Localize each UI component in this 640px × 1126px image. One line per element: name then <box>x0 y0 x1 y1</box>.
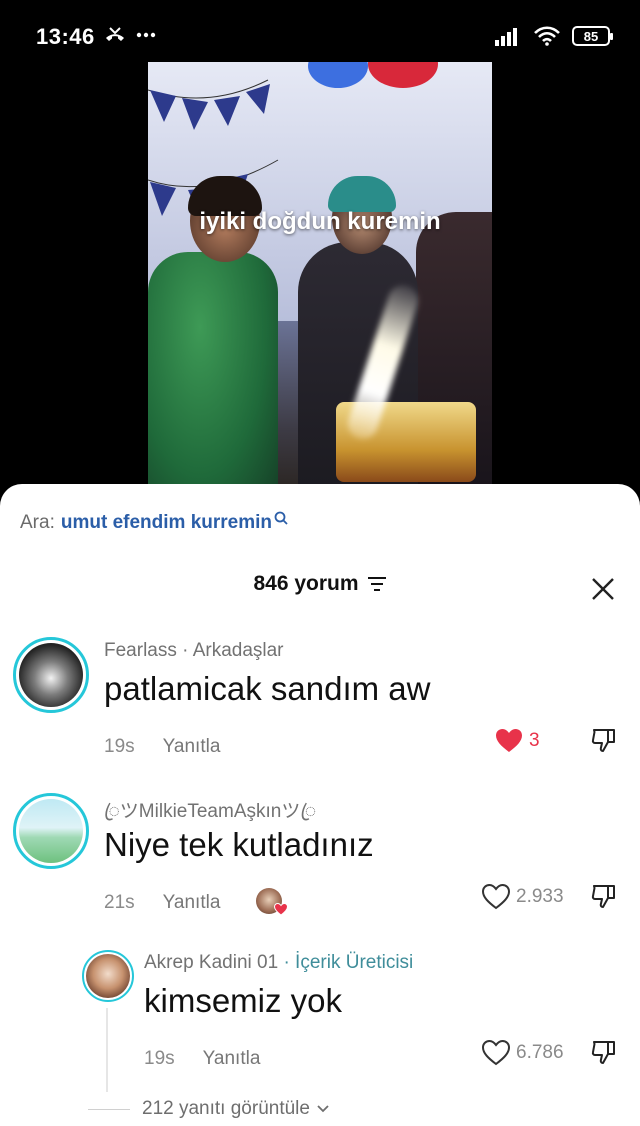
status-right-icons: 85 <box>494 26 613 46</box>
reply-button[interactable]: Yanıtla <box>203 1048 261 1070</box>
author-tag: · İçerik Üreticisi <box>283 952 414 973</box>
filter-icon[interactable] <box>367 576 387 592</box>
creator-liked-badge <box>256 888 288 918</box>
comment-author[interactable]: Fearlass · Arkadaşlar <box>104 640 284 662</box>
search-icon <box>274 511 288 525</box>
reply-button[interactable]: Yanıtla <box>163 892 221 914</box>
avatar-image <box>19 799 83 863</box>
author-name[interactable]: Fearlass <box>104 640 177 661</box>
comment-time: 19s <box>144 1048 175 1069</box>
battery-indicator: 85 <box>572 26 613 46</box>
comment-text: kimsemiz yok <box>144 982 343 1019</box>
search-prefix: Ara: <box>20 512 55 533</box>
dislike-icon[interactable] <box>590 726 618 754</box>
comment-meta: 21s Yanıtla <box>104 892 220 914</box>
comment-count-label: 846 yorum <box>253 572 359 595</box>
comment-meta: 19s Yanıtla <box>104 736 220 758</box>
comment-count[interactable]: 846 yorum <box>253 572 386 596</box>
like-button[interactable]: 6.786 <box>482 1040 564 1066</box>
view-replies-button[interactable]: 212 yanıtı görüntüle <box>88 1098 330 1120</box>
comment-author[interactable]: Akrep Kadini 01 · İçerik Üreticisi <box>144 952 413 974</box>
author-name[interactable]: ꦿツMilkieTeamAşkınツꦿ <box>104 801 316 822</box>
heart-outline-icon <box>482 884 510 910</box>
avatar[interactable] <box>13 793 89 869</box>
status-left-icons <box>104 26 156 44</box>
comments-header: 846 yorum <box>0 572 640 608</box>
like-button[interactable]: 3 <box>495 728 540 754</box>
author-tag: · Arkadaşlar <box>182 640 284 661</box>
like-count: 2.933 <box>516 886 564 907</box>
heart-filled-icon <box>496 729 522 752</box>
search-suggestion[interactable]: Ara: umut efendim kurremin <box>20 511 288 534</box>
video-person <box>148 252 278 494</box>
avatar-image <box>86 954 130 998</box>
video-player[interactable]: iyiki doğdun kuremin <box>148 62 492 494</box>
missed-call-icon <box>106 27 124 41</box>
view-replies-label: 212 yanıtı görüntüle <box>142 1098 310 1119</box>
comment-text: patlamicak sandım aw <box>104 670 431 707</box>
wifi-icon <box>534 26 560 46</box>
avatar[interactable] <box>13 637 89 713</box>
heart-outline-icon <box>482 1040 510 1066</box>
status-time: 13:46 <box>36 24 95 49</box>
like-count: 3 <box>529 730 540 751</box>
reply-thread-line <box>106 1008 108 1092</box>
search-term[interactable]: umut efendim kurremin <box>61 512 272 534</box>
comment-text: Niye tek kutladınız <box>104 826 374 863</box>
chevron-down-icon <box>317 1105 329 1113</box>
video-caption: iyiki doğdun kuremin <box>199 208 441 235</box>
avatar[interactable] <box>82 950 134 1002</box>
signal-icon <box>495 28 517 46</box>
dislike-icon[interactable] <box>590 1038 618 1066</box>
dislike-icon[interactable] <box>590 882 618 910</box>
comments-sheet: Ara: umut efendim kurremin 846 yorum Fea… <box>0 484 640 1126</box>
divider <box>88 1108 130 1110</box>
comment-time: 21s <box>104 892 135 913</box>
heart-filled-icon <box>274 903 288 916</box>
like-button[interactable]: 2.933 <box>482 884 564 910</box>
close-icon[interactable] <box>590 576 616 602</box>
like-count: 6.786 <box>516 1042 564 1063</box>
author-name[interactable]: Akrep Kadini 01 <box>144 952 278 973</box>
screen: 13:46 85 iyiki doğdun kuremin Ara: umut … <box>0 0 640 1126</box>
more-dots-icon <box>136 32 156 38</box>
reply-button[interactable]: Yanıtla <box>163 736 221 758</box>
comment-meta: 19s Yanıtla <box>144 1048 260 1070</box>
comment-time: 19s <box>104 736 135 757</box>
avatar-image <box>19 643 83 707</box>
